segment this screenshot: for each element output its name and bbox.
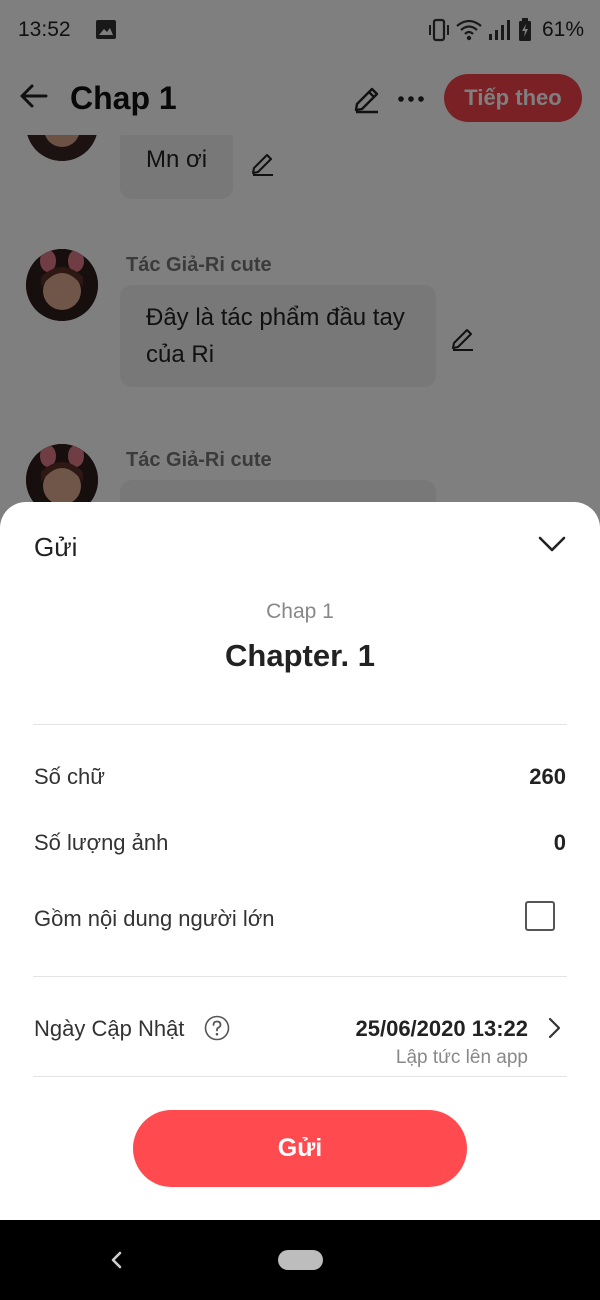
adult-content-label: Gồm nội dung người lớn [34, 906, 275, 931]
update-date-note: Lập tức lên app [395, 1047, 528, 1068]
sheet-title: Gửi [34, 532, 78, 562]
divider [33, 1076, 567, 1077]
image-count-label: Số lượng ảnh [34, 830, 169, 855]
system-nav-bar [0, 1220, 600, 1300]
chapter-subtitle: Chap 1 [266, 600, 334, 623]
nav-home-pill[interactable] [278, 1250, 323, 1270]
word-count-label: Số chữ [34, 764, 105, 789]
update-date-value[interactable]: 25/06/2020 13:22 [356, 1016, 529, 1042]
adult-content-checkbox[interactable] [525, 901, 555, 931]
chevron-down-icon[interactable] [536, 528, 568, 560]
submit-button[interactable]: Gửi [133, 1110, 467, 1187]
divider [33, 976, 567, 977]
submit-bottom-sheet: Gửi Chap 1 Chapter. 1 Số chữ 260 Số lượn… [0, 502, 600, 1220]
word-count-value: 260 [529, 764, 566, 789]
help-icon[interactable] [204, 1015, 230, 1041]
image-count-value: 0 [553, 830, 566, 855]
chapter-editor-screen: 13:52 [0, 0, 600, 1220]
chapter-name: Chapter. 1 [225, 638, 375, 673]
chevron-right-icon[interactable] [544, 1015, 566, 1041]
update-date-label: Ngày Cập Nhật [34, 1016, 185, 1041]
nav-back-icon[interactable] [108, 1248, 124, 1272]
divider [33, 724, 567, 725]
